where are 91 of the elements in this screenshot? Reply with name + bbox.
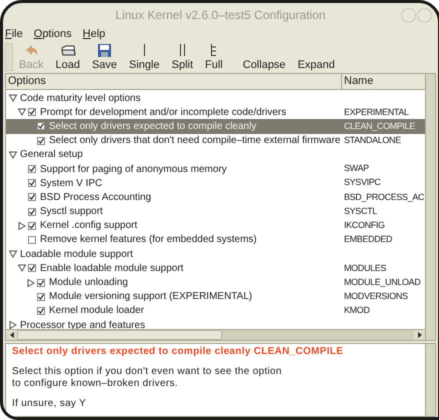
option-label: Enable loadable module support	[40, 262, 184, 276]
option-label: Loadable module support	[20, 248, 133, 262]
checkbox[interactable]	[37, 306, 45, 315]
tree-row[interactable]: Kernel module loader KMOD	[6, 304, 425, 318]
checkbox[interactable]	[28, 108, 36, 116]
option-label: Code maturity level options	[20, 92, 141, 106]
tree-row[interactable]: Module versioning support (EXPERIMENTAL) MODVERSIONS	[6, 290, 425, 304]
checkbox[interactable]	[37, 278, 45, 287]
option-label: Module versioning support (EXPERIMENTAL)	[49, 290, 252, 304]
checkbox[interactable]	[37, 122, 45, 130]
option-label: BSD Process Accounting	[40, 190, 152, 205]
collapsed-arrow-icon[interactable]	[27, 278, 35, 287]
folder-icon	[60, 43, 76, 58]
tree-row[interactable]: Select only drivers that don't need compile–time external firmware STANDALONE	[6, 134, 425, 148]
symbol-name: KMOD	[344, 305, 370, 316]
symbol-name: SWAP	[344, 163, 369, 174]
tree-row[interactable]: Sysctl support SYSCTL	[6, 204, 425, 219]
toolbar-button[interactable]: Full	[199, 43, 229, 71]
tree-row[interactable]: Loadable module support	[6, 247, 425, 262]
symbol-name: SYSCTL	[344, 206, 377, 216]
symbol-name: MODULE_UNLOAD	[344, 276, 420, 287]
toolbar-button[interactable]: Collapse	[236, 43, 292, 71]
tree-row[interactable]: BSD Process Accounting BSD_PROCESS_AC	[6, 190, 425, 204]
tree-row[interactable]: System V IPC SYSVIPC	[6, 176, 425, 190]
help-heading: Select only drivers expected to compile cleanly CLEAN_COMPILE	[12, 346, 344, 358]
split-pane-icon	[180, 44, 185, 56]
toolbar-button[interactable]: Single	[123, 43, 166, 71]
checkbox[interactable]	[28, 264, 36, 272]
menu-item[interactable]: File	[5, 26, 23, 43]
expanded-arrow-icon[interactable]	[18, 108, 26, 116]
column-header[interactable]: Name	[342, 74, 425, 89]
tree-row[interactable]: Code maturity level options	[6, 91, 425, 106]
checkbox[interactable]	[28, 165, 36, 174]
option-label: Kernel .config support	[40, 219, 138, 234]
symbol-name: SYSVIPC	[344, 177, 381, 188]
checkbox[interactable]	[28, 193, 36, 202]
tree-row[interactable]: Kernel .config support IKCONFIG	[6, 218, 425, 233]
left-arrow-icon	[10, 332, 14, 338]
symbol-name: MODVERSIONS	[344, 290, 408, 301]
option-label: Module unloading	[49, 276, 128, 290]
menu-item[interactable]: Help	[82, 26, 106, 43]
option-label: Sysctl support	[40, 205, 103, 220]
option-label: System V IPC	[40, 176, 102, 191]
toolbar-button[interactable]: Expand	[292, 43, 341, 71]
symbol-name: STANDALONE	[344, 134, 401, 145]
help-text: Select this option if you don't even want to see the option to configure known–broken drivers.	[12, 366, 283, 390]
tree-row[interactable]: Prompt for development and/or incomplete code/drivers EXPERIMENTAL	[6, 105, 425, 120]
expanded-arrow-icon[interactable]	[9, 250, 17, 258]
vertical-scrollbar[interactable]	[425, 74, 435, 340]
toolbar-button[interactable]: Save	[86, 43, 124, 71]
tree-row[interactable]: Support for paging of anonymous memory SWAP	[6, 162, 425, 176]
toolbar-button[interactable]: Load	[49, 43, 86, 71]
option-label: Select only drivers that don't need compile–time external firmware	[49, 134, 340, 148]
tree-row[interactable]: Module unloading MODULE_UNLOAD	[6, 275, 425, 290]
symbol-name: IKCONFIG	[344, 220, 385, 230]
option-label: Remove kernel features (for embedded systems)	[40, 233, 257, 248]
column-header[interactable]: Options	[6, 74, 342, 89]
collapsed-arrow-icon[interactable]	[9, 321, 17, 329]
toolbar-button[interactable]: Split	[166, 43, 200, 71]
option-label: Support for paging of anonymous memory	[40, 162, 227, 177]
collapsed-arrow-icon[interactable]	[18, 222, 26, 230]
symbol-name: EMBEDDED	[344, 234, 392, 244]
checkbox[interactable]	[28, 208, 36, 216]
expanded-arrow-icon[interactable]	[18, 264, 26, 272]
tree-view-icon	[211, 44, 216, 56]
option-label: Select only drivers expected to compile cleanly	[49, 120, 256, 134]
expanded-arrow-icon[interactable]	[9, 94, 17, 102]
checkbox[interactable]	[28, 179, 36, 188]
vertical-scrollbar[interactable]	[425, 344, 435, 416]
tree-row[interactable]: Select only drivers expected to compile cleanly CLEAN_COMPILE	[6, 119, 425, 134]
symbol-name: EXPERIMENTAL	[344, 106, 409, 117]
expanded-arrow-icon[interactable]	[9, 150, 17, 159]
toolbar-handle[interactable]	[5, 43, 13, 71]
checkbox[interactable]	[28, 236, 36, 244]
symbol-name: MODULES	[344, 262, 386, 273]
tree-row[interactable]: Remove kernel features (for embedded systems) EMBEDDED	[6, 232, 425, 248]
tree-row[interactable]: General setup	[6, 148, 425, 162]
option-label: General setup	[20, 148, 83, 162]
option-label: Prompt for development and/or incomplete code/drivers	[40, 106, 286, 120]
symbol-name: BSD_PROCESS_AC	[344, 192, 424, 202]
menu-item[interactable]: Options	[34, 26, 72, 43]
window-title: Linux Kernel v2.6.0–test5 Configuration	[115, 8, 326, 22]
checkbox[interactable]	[37, 136, 45, 145]
help-text: If unsure, say Y	[12, 398, 88, 410]
checkbox[interactable]	[28, 222, 36, 230]
option-label: Kernel module loader	[49, 304, 144, 318]
tree-row[interactable]: Enable loadable module support MODULES	[6, 261, 425, 276]
scrollbar-thumb[interactable]	[17, 330, 222, 340]
symbol-name: CLEAN_COMPILE	[344, 120, 415, 131]
right-arrow-icon	[418, 332, 422, 338]
checkbox[interactable]	[37, 292, 45, 301]
